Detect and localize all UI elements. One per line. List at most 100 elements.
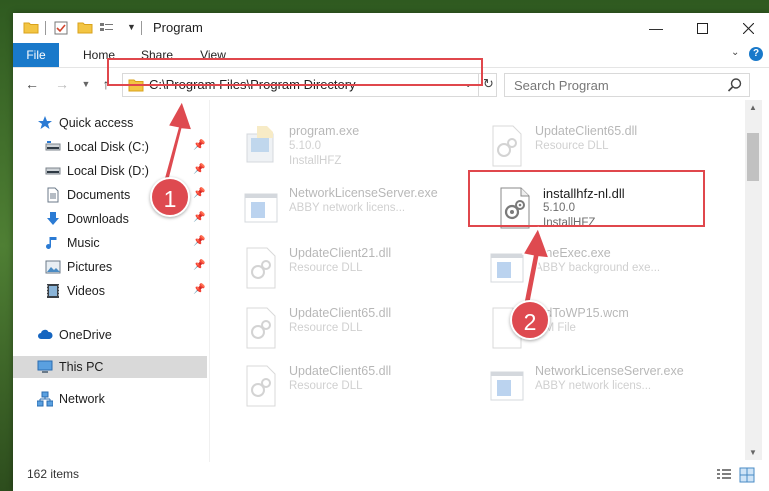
cloud-icon [38,329,53,339]
sidebar-item-label: Documents [67,188,131,202]
status-bar: 162 items [13,462,769,491]
pane-divider[interactable] [209,100,210,462]
list-item[interactable]: ...neExec.exe ABBY background exe... [475,240,711,296]
application-icon [490,371,524,401]
pin-icon[interactable]: 📌 [193,236,205,247]
expand-ribbon-chevron-icon[interactable]: ⌄ [731,47,739,58]
close-icon [742,22,754,34]
large-icons-view-icon[interactable] [739,467,755,483]
back-arrow-icon[interactable]: ← [23,75,41,93]
step-badge-2: 2 [510,300,550,340]
file-description: Resource DLL [289,262,363,274]
application-icon [244,193,278,223]
title-separator [141,21,142,35]
file-name: program.exe [289,124,360,138]
pin-icon[interactable]: 📌 [193,284,205,295]
customize-toolbar-chevron-icon[interactable]: ▼ [127,22,136,32]
pin-icon[interactable]: 📌 [193,140,205,151]
list-item[interactable]: UpdateClient65.dll Resource DLL [229,358,465,414]
pictures-icon [45,260,61,274]
list-item[interactable]: UpdateClient65.dll Resource DLL [475,118,711,174]
file-name: UpdateClient65.dll [289,364,392,378]
recent-locations-chevron-icon[interactable]: ▼ [77,75,95,93]
forward-arrow-icon[interactable]: → [53,75,71,93]
music-icon [46,237,57,249]
properties-icon[interactable] [53,20,69,36]
file-version: 5.10.0 [289,140,321,152]
details-view-icon[interactable] [716,467,732,483]
list-item[interactable]: UpdateClient21.dll Resource DLL [229,240,465,296]
sidebar-item-this-pc[interactable]: This PC [13,356,207,378]
scroll-down-icon[interactable]: ▼ [749,448,757,457]
sidebar-item-local-disk-c[interactable]: Local Disk (C:) 📌 [13,136,207,158]
vertical-scrollbar[interactable]: ▲ ▼ [745,100,762,460]
refresh-icon[interactable]: ↻ [483,76,494,92]
new-folder-icon[interactable] [77,20,93,36]
application-icon [490,253,524,283]
sidebar-item-onedrive[interactable]: OneDrive [13,324,207,346]
sidebar-item-label: Local Disk (C:) [67,140,149,154]
scroll-up-icon[interactable]: ▲ [749,103,757,112]
sidebar-item-network[interactable]: Network [13,388,207,410]
search-input[interactable]: Search Program [514,78,609,93]
file-description: ABBY network licens... [535,380,652,392]
file-name: NetworkLicenseServer.exe [289,186,438,200]
sidebar-item-videos[interactable]: Videos 📌 [13,280,207,302]
file-description: Resource DLL [289,322,363,334]
close-button[interactable] [725,13,769,43]
pin-icon[interactable]: 📌 [193,164,205,175]
scrollbar-thumb[interactable] [747,133,759,181]
sidebar-item-music[interactable]: Music 📌 [13,232,207,254]
list-item[interactable]: program.exe 5.10.0 InstallHFZ [229,118,465,174]
step-badge-1: 1 [150,177,190,217]
window-title: Program [153,20,203,35]
pin-icon[interactable]: 📌 [193,188,205,199]
sidebar-item-label: Music [67,236,100,250]
star-icon [38,116,52,129]
maximize-button[interactable] [679,13,725,43]
videos-icon [47,284,59,298]
folder-icon[interactable] [23,20,39,36]
file-name: UpdateClient65.dll [535,124,638,138]
dll-file-icon [492,125,522,167]
pin-icon[interactable]: 📌 [193,212,205,223]
title-bar: ▼ Program — [13,13,769,43]
file-name: ...neExec.exe [535,246,611,260]
sidebar-item-label: Videos [67,284,105,298]
file-highlight [468,170,705,227]
sidebar-item-pictures[interactable]: Pictures 📌 [13,256,207,278]
view-options-icon[interactable] [99,20,115,36]
dll-file-icon [246,247,276,289]
dll-file-icon [246,307,276,349]
help-icon[interactable]: ? [749,47,763,61]
sidebar-item-label: This PC [59,360,104,374]
file-description: ABBY background exe... [535,262,661,274]
item-count: 162 items [27,467,80,481]
list-item[interactable]: NetworkLicenseServer.exe ABBY network li… [475,358,711,414]
maximize-icon [696,22,708,34]
downloads-icon [47,212,59,225]
documents-icon [47,187,59,203]
address-bar-highlight [107,58,483,86]
list-item[interactable]: UpdateClient65.dll Resource DLL [229,300,465,356]
exe-file-icon [246,126,274,163]
file-list: program.exe 5.10.0 InstallHFZ UpdateClie… [211,100,745,460]
sidebar-item-label: Downloads [67,212,129,226]
sidebar-item-quick-access[interactable]: Quick access [13,112,207,134]
toolbar-separator [45,21,46,35]
pin-icon[interactable]: 📌 [193,260,205,271]
minimize-button[interactable]: — [633,13,679,43]
sidebar-item-label: OneDrive [59,328,112,342]
sidebar-item-label: Network [59,392,105,406]
list-item[interactable]: NetworkLicenseServer.exe ABBY network li… [229,180,465,236]
network-icon [37,391,53,407]
file-description: Resource DLL [535,140,609,152]
search-icon[interactable] [727,77,743,93]
sidebar-item-label: Quick access [59,116,134,130]
list-item[interactable]: ...dToWP15.wcm ...M File [475,300,711,356]
tab-file[interactable]: File [13,43,59,67]
drive-icon [45,167,61,175]
search-box[interactable]: Search Program [504,73,750,97]
file-name: NetworkLicenseServer.exe [535,364,684,378]
file-company: InstallHFZ [289,155,342,167]
